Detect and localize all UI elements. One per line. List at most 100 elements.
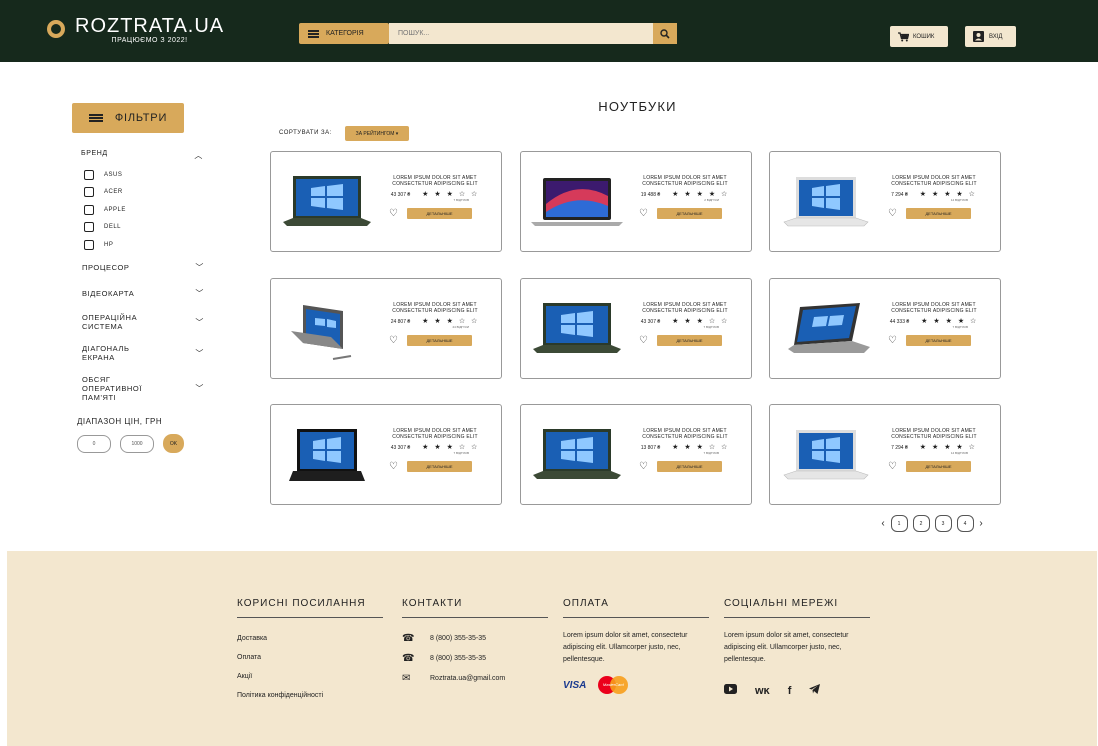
product-card[interactable]: LOREM IPSUM DOLOR SIT AMET CONSECTETUR A… [520,278,752,379]
details-button[interactable]: ДЕТАЛЬНІШЕ [905,461,971,472]
vk-icon[interactable]: ᴡĸ [755,685,770,697]
brand-option-asus[interactable]: ASUS [84,166,126,184]
product-card[interactable]: LOREM IPSUM DOLOR SIT AMET CONSECTETUR A… [520,151,752,252]
product-name[interactable]: LOREM IPSUM DOLOR SIT AMET CONSECTETUR A… [876,302,992,314]
product-image[interactable] [531,174,623,237]
details-button[interactable]: ДЕТАЛЬНІШЕ [406,208,472,219]
product-image[interactable] [780,301,872,364]
page-button-2[interactable]: 2 [912,515,930,532]
product-name[interactable]: LOREM IPSUM DOLOR SIT AMET CONSECTETUR A… [377,302,493,314]
price-max-input[interactable] [120,435,154,453]
favorite-heart-icon[interactable]: ♡ [639,335,648,346]
product-name[interactable]: LOREM IPSUM DOLOR SIT AMET CONSECTETUR A… [876,175,992,187]
telegram-icon[interactable] [809,684,821,697]
favorite-heart-icon[interactable]: ♡ [639,461,648,472]
contact-phone-2[interactable]: ☎ 8 (800) 355-35-35 [402,648,548,668]
filter-processor[interactable]: ПРОЦЕСОР ﹀ [82,263,204,272]
filter-ram[interactable]: ОБСЯГ ОПЕРАТИВНОЇ ПАМ'ЯТІ ﹀ [82,375,204,402]
page-button-1[interactable]: 1 [890,515,908,532]
filter-os[interactable]: ОПЕРАЦІЙНА СИСТЕМА ﹀ [82,313,204,331]
logo-ring-icon [47,20,65,38]
details-button[interactable]: ДЕТАЛЬНІШЕ [406,461,472,472]
brand-option-label: ACER [104,189,123,196]
favorite-heart-icon[interactable]: ♡ [389,461,398,472]
filters-button[interactable]: ФІЛЬТРИ [72,103,184,133]
product-image[interactable] [531,427,623,490]
details-button[interactable]: ДЕТАЛЬНІШЕ [656,208,722,219]
favorite-heart-icon[interactable]: ♡ [888,208,897,219]
price-ok-button[interactable]: OK [163,434,184,453]
search-button[interactable] [653,23,677,44]
price-min-input[interactable] [77,435,111,453]
contact-email[interactable]: ✉ Roztrata.ua@gmail.com [402,668,548,688]
footer-link-promotions[interactable]: Акції [237,673,383,680]
product-image[interactable] [281,301,373,364]
filter-diagonal[interactable]: ДІАГОНАЛЬ ЕКРАНА ﹀ [82,344,204,362]
details-button[interactable]: ДЕТАЛЬНІШЕ [656,461,722,472]
footer-link-delivery[interactable]: Доставка [237,635,383,642]
login-button[interactable]: ВХІД [965,26,1016,47]
category-button[interactable]: КАТЕГОРІЯ [299,23,389,44]
details-button[interactable]: ДЕТАЛЬНІШЕ [905,335,971,346]
next-page-button[interactable]: › [976,518,986,529]
product-card[interactable]: LOREM IPSUM DOLOR SIT AMET CONSECTETUR A… [520,404,752,505]
page-button-4[interactable]: 4 [956,515,974,532]
page-button-3[interactable]: 3 [934,515,952,532]
checkbox[interactable] [84,204,94,215]
details-button[interactable]: ДЕТАЛЬНІШЕ [905,208,971,219]
checkbox[interactable] [84,239,94,250]
favorite-heart-icon[interactable]: ♡ [389,335,398,346]
product-name[interactable]: LOREM IPSUM DOLOR SIT AMET CONSECTETUR A… [627,175,743,187]
contact-phone-1[interactable]: ☎ 8 (800) 355-35-35 [402,628,548,648]
product-image[interactable] [531,301,623,364]
checkbox[interactable] [84,187,94,198]
product-card[interactable]: LOREM IPSUM DOLOR SIT AMET CONSECTETUR A… [270,404,502,505]
product-name[interactable]: LOREM IPSUM DOLOR SIT AMET CONSECTETUR A… [876,428,992,440]
favorite-heart-icon[interactable]: ♡ [888,335,897,346]
product-image[interactable] [281,427,373,490]
product-reviews[interactable]: 7 ВІДГУКІВ [377,451,469,455]
brand-option-apple[interactable]: APPLE [84,201,126,219]
product-image[interactable] [281,174,373,237]
favorite-heart-icon[interactable]: ♡ [888,461,897,472]
youtube-icon[interactable] [724,684,737,697]
product-card[interactable]: LOREM IPSUM DOLOR SIT AMET CONSECTETUR A… [769,278,1001,379]
product-name[interactable]: LOREM IPSUM DOLOR SIT AMET CONSECTETUR A… [627,428,743,440]
footer-link-payment[interactable]: Оплата [237,654,383,661]
product-reviews[interactable]: 24 ВІДГУКИ [377,325,469,329]
product-card[interactable]: LOREM IPSUM DOLOR SIT AMET CONSECTETUR A… [769,404,1001,505]
product-name[interactable]: LOREM IPSUM DOLOR SIT AMET CONSECTETUR A… [377,428,493,440]
cart-button[interactable]: КОШИК [890,26,948,47]
logo[interactable]: ROZTRATA.UA ПРАЦЮЄМО З 2022! [47,16,224,44]
product-reviews[interactable]: 7 ВІДГУКІВ [377,198,469,202]
product-name[interactable]: LOREM IPSUM DOLOR SIT AMET CONSECTETUR A… [627,302,743,314]
brand-option-dell[interactable]: DELL [84,219,126,237]
brand-option-hp[interactable]: HP [84,236,126,254]
product-reviews[interactable]: 14 ВІДГУКІВ [876,451,968,455]
details-button[interactable]: ДЕТАЛЬНІШЕ [406,335,472,346]
prev-page-button[interactable]: ‹ [878,518,888,529]
brand-option-acer[interactable]: ACER [84,184,126,202]
search-input[interactable] [389,23,653,44]
checkbox[interactable] [84,169,94,180]
product-card[interactable]: LOREM IPSUM DOLOR SIT AMET CONSECTETUR A… [270,278,502,379]
product-card[interactable]: LOREM IPSUM DOLOR SIT AMET CONSECTETUR A… [270,151,502,252]
product-image[interactable] [780,174,872,237]
product-reviews[interactable]: 7 ВІДГУКІВ [627,325,719,329]
product-name[interactable]: LOREM IPSUM DOLOR SIT AMET CONSECTETUR A… [377,175,493,187]
footer-link-privacy[interactable]: Політика конфіденційності [237,692,383,699]
product-reviews[interactable]: 2 ВІДГУКИ [627,198,719,202]
favorite-heart-icon[interactable]: ♡ [639,208,648,219]
product-card[interactable]: LOREM IPSUM DOLOR SIT AMET CONSECTETUR A… [769,151,1001,252]
filter-videocard[interactable]: ВІДЕОКАРТА ﹀ [82,289,204,298]
facebook-icon[interactable]: f [788,685,792,697]
product-reviews[interactable]: 7 ВІДГУКІВ [627,451,719,455]
brand-filter-header[interactable]: БРЕНД ︿ [81,150,203,161]
checkbox[interactable] [84,222,94,233]
favorite-heart-icon[interactable]: ♡ [389,208,398,219]
details-button[interactable]: ДЕТАЛЬНІШЕ [656,335,722,346]
product-image[interactable] [780,427,872,490]
sort-dropdown[interactable]: ЗА РЕЙТИНГОМ ▾ [345,126,409,141]
product-reviews[interactable]: 14 ВІДГУКІВ [876,198,968,202]
product-reviews[interactable]: 7 ВІДГУКІВ [876,325,968,329]
